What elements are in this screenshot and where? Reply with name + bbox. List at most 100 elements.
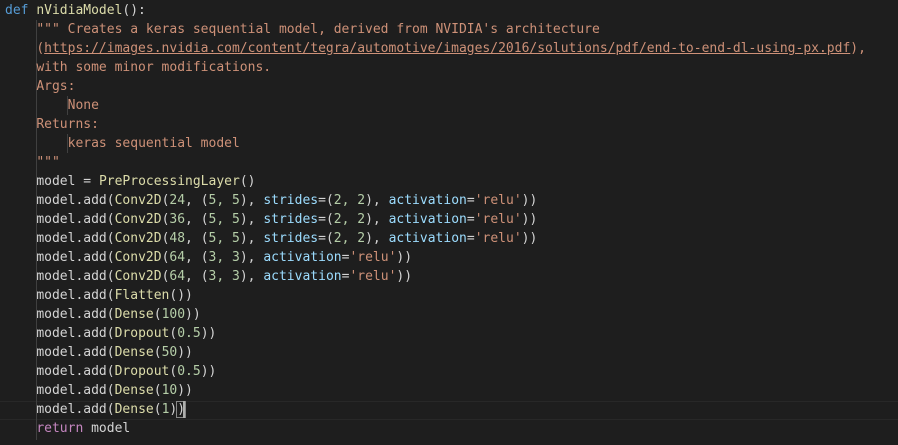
add-call: model.add( — [36, 269, 115, 284]
dense-call: Dense — [114, 383, 154, 398]
relu-string: 'relu' — [349, 269, 397, 284]
relu-string: 'relu' — [474, 212, 522, 227]
code-line-dense[interactable]: model.add(Dense(50)) — [5, 343, 193, 362]
code-line-conv2d[interactable]: model.add(Conv2D(64, (3, 3), activation=… — [5, 267, 412, 286]
strides-value: 2, 2 — [333, 193, 366, 208]
add-call: model.add( — [36, 193, 115, 208]
strides-value: 2, 2 — [333, 231, 366, 246]
code-line-def[interactable]: def nVidiaModel(): — [5, 1, 146, 20]
return-value: model — [83, 421, 131, 436]
filters-value: 64 — [169, 269, 186, 284]
code-line-conv2d[interactable]: model.add(Conv2D(24, (5, 5), strides=(2,… — [5, 191, 537, 210]
activation-param: activation — [263, 250, 342, 265]
docstring-line[interactable]: keras sequential model — [5, 134, 240, 153]
conv2d-call: Conv2D — [114, 269, 162, 284]
docstring-text: ), — [850, 41, 866, 56]
add-call: model.add( — [36, 364, 115, 379]
def-keyword: def — [5, 3, 29, 18]
flatten-call: Flatten — [114, 288, 170, 303]
relu-string: 'relu' — [349, 250, 397, 265]
code-editor[interactable]: def nVidiaModel(): """ Creates a keras s… — [0, 0, 898, 445]
filters-value: 36 — [169, 212, 186, 227]
docstring-line[interactable]: Args: — [5, 77, 75, 96]
call-parens: () — [169, 288, 186, 303]
kernel-value: 5, 5 — [208, 193, 240, 208]
docstring-text: Args: — [36, 79, 76, 94]
rate-value: 0.5 — [177, 326, 201, 341]
filters-value: 64 — [169, 250, 186, 265]
code-line-dropout[interactable]: model.add(Dropout(0.5)) — [5, 362, 216, 381]
code-line-return[interactable]: return model — [5, 419, 130, 438]
text-cursor — [183, 401, 185, 418]
strides-value: 2, 2 — [333, 212, 366, 227]
docstring-line[interactable]: Returns: — [5, 115, 99, 134]
docstring-line[interactable]: with some minor modifications. — [5, 58, 271, 77]
kernel-value: 5, 5 — [208, 212, 240, 227]
relu-string: 'relu' — [474, 193, 522, 208]
activation-param: activation — [388, 193, 467, 208]
code-line-conv2d[interactable]: model.add(Conv2D(36, (5, 5), strides=(2,… — [5, 210, 537, 229]
docstring-line[interactable]: """ — [5, 153, 60, 172]
code-line-dense[interactable]: model.add(Dense(10)) — [5, 381, 193, 400]
dropout-call: Dropout — [114, 326, 170, 341]
kernel-value: 3, 3 — [208, 250, 240, 265]
return-keyword: return — [36, 421, 84, 436]
docstring-url-link[interactable]: https://images.nvidia.com/content/tegra/… — [44, 41, 850, 56]
dense-call: Dense — [114, 345, 154, 360]
preprocessing-call: PreProcessingLayer — [98, 174, 240, 189]
conv2d-call: Conv2D — [114, 193, 162, 208]
model-variable: model — [36, 174, 76, 189]
conv2d-call: Conv2D — [114, 250, 162, 265]
add-call: model.add( — [36, 326, 115, 341]
kernel-value: 5, 5 — [208, 231, 240, 246]
add-call: model.add( — [36, 231, 115, 246]
docstring-text: """ — [36, 155, 60, 170]
docstring-text: ( — [36, 41, 45, 56]
code-line-flatten[interactable]: model.add(Flatten()) — [5, 286, 193, 305]
docstring-text: keras sequential model — [67, 136, 240, 151]
strides-param: strides — [263, 231, 319, 246]
add-call: model.add( — [36, 345, 115, 360]
conv2d-call: Conv2D — [114, 212, 162, 227]
activation-param: activation — [388, 212, 467, 227]
relu-string: 'relu' — [474, 231, 522, 246]
code-line-dense[interactable]: model.add(Dense(100)) — [5, 305, 200, 324]
code-line-dense-active[interactable]: model.add(Dense(1)) — [5, 400, 187, 419]
dense-call: Dense — [114, 307, 154, 322]
conv2d-call: Conv2D — [114, 231, 162, 246]
filters-value: 48 — [169, 231, 186, 246]
code-line-model-init[interactable]: model = PreProcessingLayer() — [5, 172, 255, 191]
units-value: 50 — [161, 345, 178, 360]
docstring-line[interactable]: None — [5, 96, 99, 115]
docstring-text: None — [67, 98, 99, 113]
activation-param: activation — [388, 231, 467, 246]
docstring-text: """ Creates a keras sequential model, de… — [36, 22, 600, 37]
dropout-call: Dropout — [114, 364, 170, 379]
assign-operator: = — [75, 174, 99, 189]
docstring-line[interactable]: (https://images.nvidia.com/content/tegra… — [5, 39, 866, 58]
units-value: 1 — [161, 402, 170, 417]
code-line-conv2d[interactable]: model.add(Conv2D(64, (3, 3), activation=… — [5, 248, 412, 267]
call-parens: () — [239, 174, 256, 189]
docstring-text: Returns: — [36, 117, 99, 132]
docstring-line[interactable]: """ Creates a keras sequential model, de… — [5, 20, 600, 39]
add-call: model.add( — [36, 383, 115, 398]
rate-value: 0.5 — [177, 364, 201, 379]
add-call: model.add( — [36, 288, 115, 303]
code-line-dropout[interactable]: model.add(Dropout(0.5)) — [5, 324, 216, 343]
activation-param: activation — [263, 269, 342, 284]
units-value: 100 — [161, 307, 186, 322]
docstring-text: with some minor modifications. — [36, 60, 272, 75]
add-call: model.add( — [36, 250, 115, 265]
kernel-value: 3, 3 — [208, 269, 240, 284]
strides-param: strides — [263, 193, 319, 208]
add-call: model.add( — [36, 307, 115, 322]
filters-value: 24 — [169, 193, 186, 208]
add-call: model.add( — [36, 402, 115, 417]
def-tail: (): — [122, 3, 146, 18]
add-call: model.add( — [36, 212, 115, 227]
units-value: 10 — [161, 383, 178, 398]
function-name: nVidiaModel — [36, 3, 123, 18]
code-line-conv2d[interactable]: model.add(Conv2D(48, (5, 5), strides=(2,… — [5, 229, 537, 248]
dense-call: Dense — [114, 402, 154, 417]
